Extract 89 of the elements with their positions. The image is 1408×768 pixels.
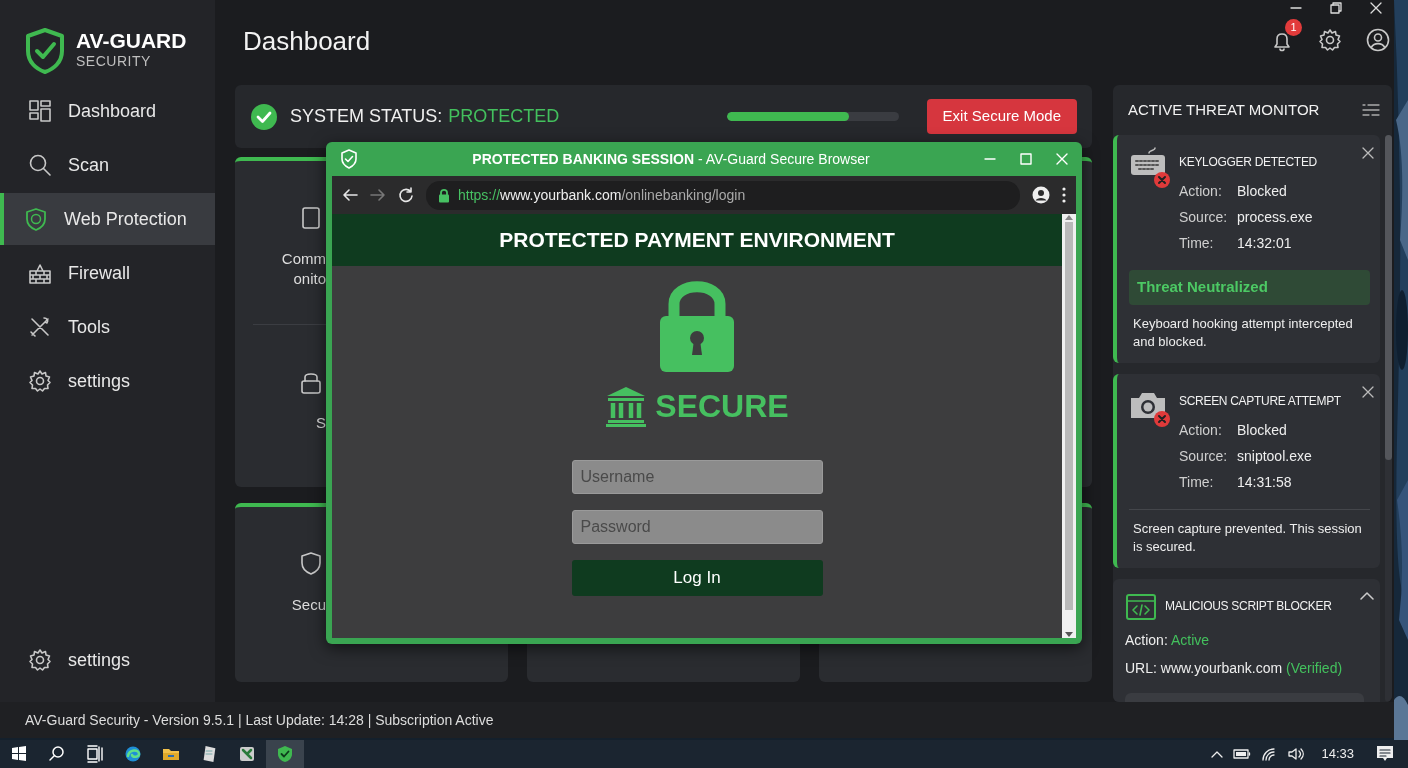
- page-banner: PROTECTED PAYMENT ENVIRONMENT: [332, 214, 1062, 266]
- notifications-icon[interactable]: [1376, 745, 1394, 763]
- close-icon[interactable]: [1370, 2, 1382, 14]
- detail-label: Action:: [1179, 420, 1223, 440]
- detail-value: Blocked: [1237, 182, 1288, 201]
- sidebar-item[interactable]: Web Protection: [0, 193, 215, 245]
- threat-description: Keyboard hooking attempt intercepted and blocked.: [1132, 314, 1354, 351]
- threat-status: Threat Neutralized: [1129, 270, 1370, 305]
- secure-label: SECURE: [655, 387, 789, 426]
- url-text: https://www.yourbank.com/onlinebanking/login: [458, 185, 746, 205]
- shield-icon: [24, 207, 48, 231]
- address-bar[interactable]: https://www.yourbank.com/onlinebanking/login: [426, 180, 1020, 210]
- shield-check-icon: [24, 26, 66, 75]
- status-label: SYSTEM STATUS:: [290, 105, 443, 128]
- close-icon[interactable]: [1362, 147, 1374, 159]
- detail-value: process.exe: [1237, 208, 1314, 227]
- search-icon: [28, 153, 52, 177]
- scroll-down-icon: [1065, 632, 1073, 638]
- module-detail: URL: www.yourbank.com (Verified): [1125, 659, 1344, 679]
- windows-start-icon: [10, 745, 28, 763]
- status-bar-text: AV-Guard Security - Version 9.5.1 | Last Update: 14:28 | Subscription Active: [0, 702, 1394, 738]
- shield-check-icon: [276, 745, 294, 763]
- threat-title: MALICIOUS SCRIPT BLOCKER: [1165, 598, 1333, 616]
- close-icon[interactable]: [1362, 385, 1374, 398]
- threat-description: Screen capture prevented. This session is secured.: [1129, 508, 1370, 557]
- gear-icon: [28, 648, 52, 672]
- detail-label: Action:: [1179, 182, 1223, 201]
- check-circle-icon: [250, 102, 278, 131]
- detail-label: Source:: [1179, 208, 1229, 227]
- sidebar-item[interactable]: Dashboard: [0, 85, 215, 137]
- login-button[interactable]: Log In: [571, 560, 823, 596]
- card-label: S: [316, 412, 326, 432]
- gear-icon: [28, 369, 52, 393]
- shield-check-icon: [340, 149, 358, 169]
- sidebar-item[interactable]: Tools: [0, 301, 215, 353]
- user-icon[interactable]: [1366, 28, 1390, 53]
- lock-icon: [438, 187, 450, 203]
- search-icon: [48, 745, 66, 763]
- task-view-icon: [86, 745, 104, 763]
- app-icon: [238, 745, 256, 763]
- browser-icon: [124, 745, 142, 763]
- battery-icon[interactable]: [1233, 749, 1252, 759]
- more-icon[interactable]: [1062, 187, 1066, 203]
- volume-icon[interactable]: [1287, 747, 1306, 761]
- settings-icon[interactable]: [1318, 28, 1342, 53]
- restore-icon[interactable]: [1330, 2, 1342, 14]
- maximize-icon[interactable]: [1020, 153, 1032, 165]
- bank-icon: [605, 385, 648, 427]
- threat-title: KEYLOGGER DETECTED: [1179, 154, 1318, 171]
- filter-icon[interactable]: [1362, 103, 1380, 117]
- logo-title: AV-GUARD: [76, 29, 187, 51]
- dashboard-icon: [28, 99, 52, 123]
- detail-label: Source:: [1179, 446, 1229, 466]
- password-field[interactable]: Password: [571, 510, 823, 544]
- detail-value: 14:31:58: [1237, 472, 1293, 492]
- detail-value: sniptool.exe: [1237, 446, 1313, 466]
- notification-badge: 1: [1285, 19, 1302, 36]
- sidebar-item[interactable]: Firewall: [0, 247, 215, 299]
- detail-label: Time:: [1179, 472, 1215, 492]
- keyboard-icon: [1129, 147, 1171, 189]
- account-icon[interactable]: [1032, 186, 1050, 204]
- exit-secure-mode-button[interactable]: Exit Secure Mode: [926, 99, 1077, 134]
- back-arrow-icon[interactable]: [342, 187, 358, 203]
- sidebar-item[interactable]: settings: [0, 634, 215, 686]
- brick-wall-icon: [28, 261, 52, 285]
- shield-icon: [299, 551, 323, 577]
- scrollbar[interactable]: [1385, 135, 1392, 702]
- page-title: Dashboard: [242, 25, 371, 58]
- device-icon: [299, 205, 323, 231]
- detail-label: Time:: [1179, 234, 1215, 253]
- card-label: Secu: [291, 595, 326, 615]
- logo-subtitle: SECURITY: [76, 51, 152, 71]
- detail-value: 14:32:01: [1237, 234, 1293, 253]
- card-label: Comm onito: [281, 249, 326, 288]
- panel-title: ACTIVE THREAT MONITOR: [1128, 99, 1320, 120]
- window-title: PROTECTED BANKING SESSION - AV-Guard Secure Browser: [471, 149, 871, 169]
- username-field[interactable]: Username: [571, 460, 823, 494]
- module-detail: Action: Active: [1125, 631, 1211, 651]
- sidebar-item[interactable]: settings: [0, 355, 215, 407]
- reload-icon[interactable]: [398, 187, 414, 203]
- tools-icon: [28, 315, 52, 339]
- scrollbar[interactable]: [1062, 214, 1076, 638]
- sidebar-item[interactable]: Scan: [0, 139, 215, 191]
- status-value: PROTECTED: [448, 105, 560, 128]
- chevron-up-icon[interactable]: [1360, 591, 1374, 602]
- detail-value: Blocked: [1237, 420, 1288, 440]
- chevron-up-icon[interactable]: [1211, 750, 1224, 758]
- taskbar-clock[interactable]: 14:33: [1321, 744, 1354, 764]
- threat-title: SCREEN CAPTURE ATTEMPT: [1179, 392, 1342, 410]
